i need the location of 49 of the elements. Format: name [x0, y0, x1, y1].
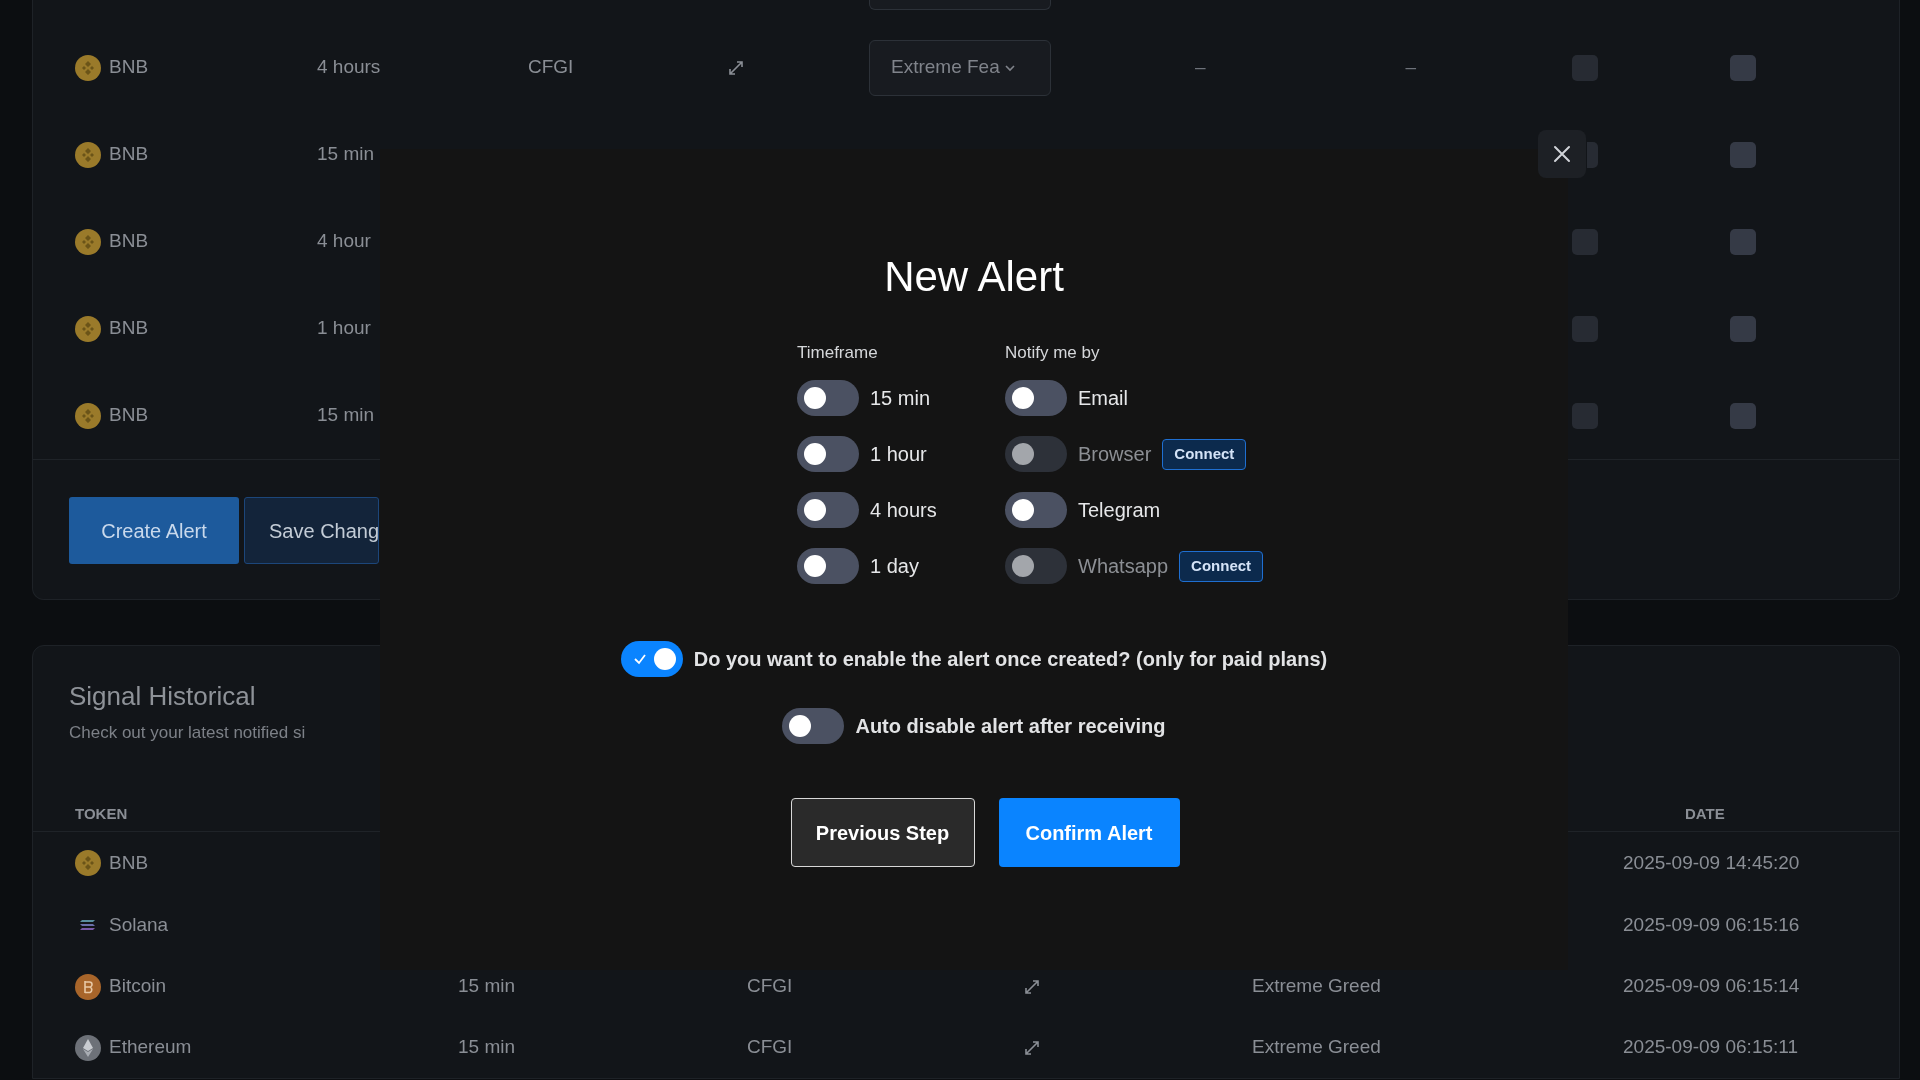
token-name: BNB	[109, 850, 149, 875]
date-text: 2025-09-09 06:15:14	[1623, 974, 1800, 999]
indicator-text: CFGI	[747, 974, 794, 999]
empty-value-text: –	[1195, 55, 1206, 80]
button[interactable]: Save Chang	[244, 497, 379, 564]
signal-text: Extreme Greed	[1252, 1035, 1381, 1060]
toggle-label: Auto disable alert after receiving	[855, 714, 1166, 739]
date-text: 2025-09-09 06:15:16	[1623, 912, 1800, 937]
button[interactable]: Create Alert	[69, 497, 239, 564]
indicator-text: CFGI	[528, 55, 575, 80]
modal-title: New Alert	[884, 252, 1064, 302]
toggle-label: Whatsapp	[1078, 554, 1169, 579]
token-name: BNB	[109, 403, 149, 428]
timeframe-text: 15 min	[458, 974, 517, 999]
section-title: Signal Historical	[68, 680, 256, 713]
timeframe-text: 4 hours	[317, 55, 382, 80]
toggle-label: Browser	[1078, 442, 1152, 467]
section-subtitle: Check out your latest notified si	[69, 722, 306, 744]
toggle-label: Email	[1078, 386, 1128, 411]
timeframe-text: 4 hour	[317, 229, 372, 254]
timeframe-text: 1 hour	[317, 316, 372, 341]
signal-text: Extreme Greed	[1252, 974, 1381, 999]
token-name: BNB	[109, 229, 149, 254]
timeframe-text: 15 min	[317, 142, 376, 167]
token-name: BNB	[109, 55, 149, 80]
button[interactable]: Confirm Alert	[998, 798, 1180, 867]
indicator-text: CFGI	[747, 1035, 794, 1060]
timeframe-text: 15 min	[317, 403, 376, 428]
column-label: Timeframe	[797, 342, 878, 364]
token-name: BNB	[109, 142, 149, 167]
date-text: 2025-09-09 14:45:20	[1623, 850, 1800, 875]
empty-value-text: –	[1405, 55, 1417, 80]
dropdown[interactable]: Extreme Fea	[869, 39, 1051, 96]
toggle-label: Do you want to enable the alert once created? (only for paid plans)	[693, 647, 1328, 672]
timeframe-text: 15 min	[458, 1035, 517, 1060]
token-name: BNB	[109, 316, 149, 341]
toggle-label: 1 hour	[870, 442, 927, 467]
toggle-label: 15 min	[870, 386, 931, 411]
toggle-label: 4 hours	[870, 498, 937, 523]
token-name: Solana	[109, 912, 169, 937]
column-header: DATE	[1685, 804, 1725, 825]
date-text: 2025-09-09 06:15:11	[1623, 1035, 1799, 1060]
button[interactable]: Previous Step	[790, 798, 975, 867]
column-header: TOKEN	[75, 805, 128, 823]
toggle-label: Telegram	[1078, 498, 1161, 523]
token-name: Ethereum	[109, 1035, 192, 1060]
token-name: Bitcoin	[109, 974, 167, 999]
column-label: Notify me by	[1005, 342, 1100, 364]
toggle-label: 1 day	[870, 554, 919, 579]
